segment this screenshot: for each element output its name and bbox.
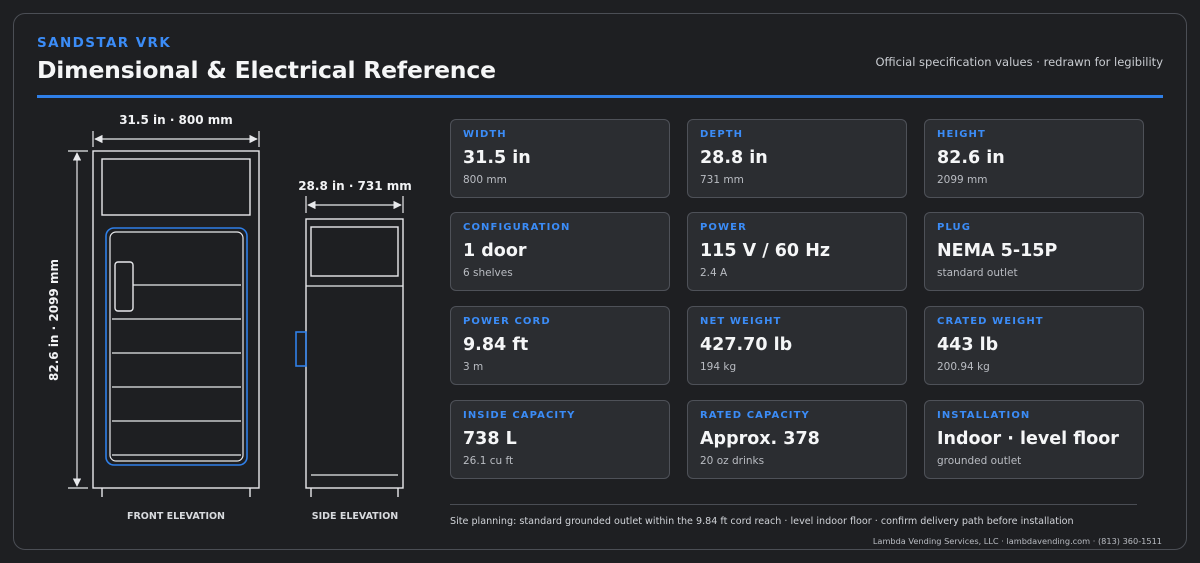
spec-card-configuration: CONFIGURATION 1 door 6 shelves bbox=[450, 212, 670, 291]
spec-label: HEIGHT bbox=[937, 129, 986, 140]
spec-label: INSTALLATION bbox=[937, 410, 1031, 421]
front-door-outline bbox=[105, 227, 248, 466]
elevation-drawing: 31.5 in · 800 mm 82.6 in · 2099 mm 28.8 … bbox=[47, 113, 412, 522]
spec-sub: 26.1 cu ft bbox=[463, 455, 514, 467]
spec-card-power: POWER 115 V / 60 Hz 2.4 A bbox=[687, 212, 907, 291]
spec-label: POWER CORD bbox=[463, 316, 551, 327]
spec-value: 1 door bbox=[463, 241, 527, 261]
spec-sub: 800 mm bbox=[463, 174, 507, 186]
spec-card-height: HEIGHT 82.6 in 2099 mm bbox=[924, 119, 1144, 198]
spec-label: WIDTH bbox=[463, 129, 507, 140]
spec-sub: 200.94 kg bbox=[937, 361, 990, 373]
front-width-label: 31.5 in · 800 mm bbox=[119, 113, 233, 127]
spec-value: 115 V / 60 Hz bbox=[700, 241, 831, 261]
spec-value: NEMA 5-15P bbox=[937, 241, 1058, 261]
side-elevation-caption: SIDE ELEVATION bbox=[312, 511, 399, 522]
spec-sub: 2.4 A bbox=[700, 267, 728, 279]
spec-sub: standard outlet bbox=[937, 267, 1018, 279]
spec-card-width: WIDTH 31.5 in 800 mm bbox=[450, 119, 670, 198]
spec-card-crated-weight: CRATED WEIGHT 443 lb 200.94 kg bbox=[924, 306, 1144, 385]
door-handle bbox=[114, 261, 134, 312]
spec-value: Approx. 378 bbox=[700, 429, 820, 449]
spec-label: NET WEIGHT bbox=[700, 316, 782, 327]
spec-value: 31.5 in bbox=[463, 148, 531, 168]
spec-sub: grounded outlet bbox=[937, 455, 1022, 467]
spec-value: 28.8 in bbox=[700, 148, 768, 168]
footer-rule bbox=[450, 504, 1137, 505]
company-contact: Lambda Vending Services, LLC · lambdaven… bbox=[872, 536, 1162, 546]
spec-value: Indoor · level floor bbox=[937, 429, 1119, 449]
spec-label: PLUG bbox=[937, 222, 972, 233]
spec-card-net-weight: NET WEIGHT 427.70 lb 194 kg bbox=[687, 306, 907, 385]
spec-card-rated-capacity: RATED CAPACITY Approx. 378 20 oz drinks bbox=[687, 400, 907, 479]
spec-sub: 20 oz drinks bbox=[700, 455, 765, 467]
site-planning-note: Site planning: standard grounded outlet … bbox=[450, 516, 1074, 527]
front-elevation-caption: FRONT ELEVATION bbox=[127, 511, 225, 522]
spec-sub: 3 m bbox=[463, 361, 484, 373]
spec-value: 738 L bbox=[463, 429, 517, 449]
spec-card-depth: DEPTH 28.8 in 731 mm bbox=[687, 119, 907, 198]
spec-value: 9.84 ft bbox=[463, 335, 529, 355]
front-door-glass bbox=[109, 231, 244, 462]
side-top-panel bbox=[310, 226, 399, 277]
spec-sub: 731 mm bbox=[700, 174, 744, 186]
side-depth-label: 28.8 in · 731 mm bbox=[298, 179, 412, 193]
spec-sub: 6 shelves bbox=[463, 267, 513, 279]
spec-label: DEPTH bbox=[700, 129, 744, 140]
spec-value: 443 lb bbox=[937, 335, 999, 355]
height-label: 82.6 in · 2099 mm bbox=[47, 259, 61, 381]
spec-card-plug: PLUG NEMA 5-15P standard outlet bbox=[924, 212, 1144, 291]
spec-value: 427.70 lb bbox=[700, 335, 793, 355]
spec-label: INSIDE CAPACITY bbox=[463, 410, 576, 421]
front-top-panel bbox=[101, 158, 251, 216]
page-subtitle: Official specification values · redrawn … bbox=[875, 55, 1163, 69]
side-door-handle bbox=[295, 331, 307, 367]
spec-value: 82.6 in bbox=[937, 148, 1005, 168]
spec-label: RATED CAPACITY bbox=[700, 410, 810, 421]
spec-sub: 194 kg bbox=[700, 361, 737, 373]
spec-sub: 2099 mm bbox=[937, 174, 988, 186]
spec-label: CONFIGURATION bbox=[463, 222, 571, 233]
spec-card-inside-capacity: INSIDE CAPACITY 738 L 26.1 cu ft bbox=[450, 400, 670, 479]
spec-card-installation: INSTALLATION Indoor · level floor ground… bbox=[924, 400, 1144, 479]
spec-label: POWER bbox=[700, 222, 747, 233]
side-cabinet bbox=[305, 218, 404, 489]
spec-card-power-cord: POWER CORD 9.84 ft 3 m bbox=[450, 306, 670, 385]
spec-label: CRATED WEIGHT bbox=[937, 316, 1044, 327]
